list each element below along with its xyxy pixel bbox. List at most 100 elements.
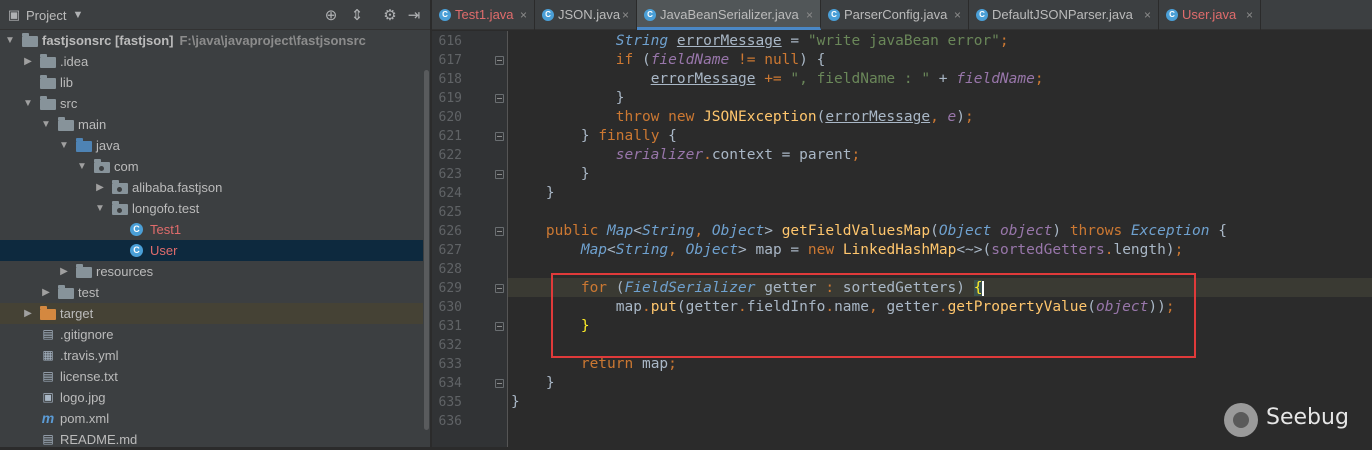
tree-item[interactable]: ▤ .gitignore	[0, 324, 423, 345]
expand-arrow-icon[interactable]: ▼	[40, 114, 52, 135]
tree-item[interactable]: ▶ .idea	[0, 51, 423, 72]
editor-tab[interactable]: C JavaBeanSerializer.java ×	[637, 0, 821, 30]
collapse-arrow-icon[interactable]: ▶	[94, 177, 106, 198]
code-token: new	[807, 242, 835, 258]
tree-item[interactable]: ▶ target	[0, 303, 423, 324]
tree-item-label: main	[78, 117, 107, 132]
code-token: Map	[607, 223, 634, 239]
code-token: errorMessage	[676, 33, 782, 49]
seebug-logo-icon	[1224, 403, 1258, 437]
tree-item[interactable]: ▼ java	[0, 135, 423, 156]
tree-item[interactable]: ▼ fastjsonsrc [fastjson] F:\java\javaproje…	[0, 30, 423, 51]
code-line[interactable]: }	[511, 374, 555, 393]
code-token: {	[1209, 223, 1227, 239]
tree-item[interactable]: ▼ com	[0, 156, 423, 177]
scrollbar-thumb[interactable]	[424, 70, 429, 430]
tree-item[interactable]: ▤ license.txt	[0, 366, 423, 387]
hide-icon[interactable]: ⇥	[404, 5, 424, 25]
code-token: ;	[851, 147, 861, 163]
code-line[interactable]: }	[511, 89, 625, 108]
code-line[interactable]: String errorMessage = "write javaBean er…	[511, 32, 1009, 51]
code-token: }	[545, 375, 555, 391]
fold-icon[interactable]	[495, 170, 504, 179]
code-token: map	[633, 356, 669, 372]
fold-icon[interactable]	[495, 227, 504, 236]
project-panel-title[interactable]: Project	[26, 8, 66, 23]
code-line[interactable]: public Map<String, Object> getFieldValue…	[511, 222, 1227, 241]
tree-item[interactable]: ▶ alibaba.fastjson	[0, 177, 423, 198]
collapse-arrow-icon[interactable]: ▶	[58, 261, 70, 282]
code-token: fieldName	[650, 52, 730, 68]
tree-item[interactable]: ▣ logo.jpg	[0, 387, 423, 408]
fold-icon[interactable]	[495, 94, 504, 103]
code-token: public	[545, 223, 599, 239]
line-number: 631	[438, 319, 462, 334]
crosshair-icon[interactable]: ⊕	[321, 5, 341, 25]
chevron-down-icon[interactable]: ▼	[68, 5, 88, 25]
editor-tab[interactable]: C JSON.java ×	[535, 0, 637, 30]
close-icon[interactable]: ×	[622, 0, 629, 30]
project-tree-scrollbar[interactable]	[423, 30, 430, 447]
expand-arrow-icon[interactable]: ▼	[22, 93, 34, 114]
gear-icon[interactable]: ⚙	[380, 5, 400, 25]
collapse-arrow-icon[interactable]: ▶	[40, 282, 52, 303]
tree-item[interactable]: C User	[0, 240, 423, 261]
tree-item[interactable]: ▦ .travis.yml	[0, 345, 423, 366]
collapse-arrow-icon[interactable]: ▶	[22, 303, 34, 324]
fold-icon[interactable]	[495, 56, 504, 65]
line-number: 636	[438, 414, 462, 429]
fold-icon[interactable]	[495, 379, 504, 388]
expand-arrow-icon[interactable]: ▼	[94, 198, 106, 219]
close-icon[interactable]: ×	[520, 0, 527, 30]
code-line[interactable]: } finally {	[511, 127, 677, 146]
code-token: }	[615, 90, 625, 106]
collapse-icon[interactable]: ⇕	[347, 5, 367, 25]
close-icon[interactable]: ×	[1246, 0, 1253, 30]
package-icon	[112, 201, 128, 215]
code-line[interactable]: throw new JSONException(errorMessage, e)…	[511, 108, 974, 127]
tree-item[interactable]: lib	[0, 72, 423, 93]
code-token: errorMessage	[825, 109, 931, 125]
collapse-arrow-icon[interactable]: ▶	[22, 51, 34, 72]
folder-icon	[40, 75, 56, 89]
editor-tab[interactable]: C ParserConfig.java ×	[821, 0, 969, 30]
expand-arrow-icon[interactable]: ▼	[58, 135, 70, 156]
tree-item-label: Test1	[150, 222, 182, 237]
code-token: "write javaBean error"	[807, 33, 1000, 49]
editor-tab[interactable]: C User.java ×	[1159, 0, 1261, 30]
java-class-icon: C	[1166, 9, 1178, 21]
code-line[interactable]: }	[511, 184, 555, 203]
tree-item[interactable]: ▶ test	[0, 282, 423, 303]
close-icon[interactable]: ×	[1144, 0, 1151, 30]
tree-item[interactable]: ▼ src	[0, 93, 423, 114]
editor-tab[interactable]: C DefaultJSONParser.java ×	[969, 0, 1159, 30]
tree-item[interactable]: ▼ main	[0, 114, 423, 135]
fold-icon[interactable]	[495, 132, 504, 141]
code-editor[interactable]: 616 617 618 619 620 621 622 623 624 625 626 627 628 6…	[432, 31, 1372, 447]
code-line[interactable]: Map<String, Object> map = new LinkedHash…	[511, 241, 1183, 260]
code-line[interactable]: if (fieldName != null) {	[511, 51, 826, 70]
close-icon[interactable]: ×	[806, 0, 813, 30]
expand-arrow-icon[interactable]: ▼	[4, 30, 16, 51]
code-token: errorMessage	[650, 71, 756, 87]
line-number: 632	[438, 338, 462, 353]
code-line[interactable]: }	[511, 393, 520, 412]
code-token: ;	[965, 109, 974, 125]
expand-arrow-icon[interactable]: ▼	[76, 156, 88, 177]
editor-tab[interactable]: C Test1.java ×	[432, 0, 535, 30]
tree-item[interactable]: ▶ resources	[0, 261, 423, 282]
code-token: getFieldValuesMap	[781, 223, 931, 239]
code-line[interactable]: }	[511, 165, 590, 184]
tree-item[interactable]: m pom.xml	[0, 408, 423, 429]
tree-item[interactable]: ▼ longofo.test	[0, 198, 423, 219]
code-line[interactable]: serializer.context = parent;	[511, 146, 860, 165]
tree-item[interactable]: C Test1	[0, 219, 423, 240]
folder-icon	[58, 117, 74, 131]
code-line[interactable]: errorMessage += ", fieldName : " + field…	[511, 70, 1044, 89]
fold-icon[interactable]	[495, 284, 504, 293]
package-icon	[112, 180, 128, 194]
fold-icon[interactable]	[495, 322, 504, 331]
close-icon[interactable]: ×	[954, 0, 961, 30]
